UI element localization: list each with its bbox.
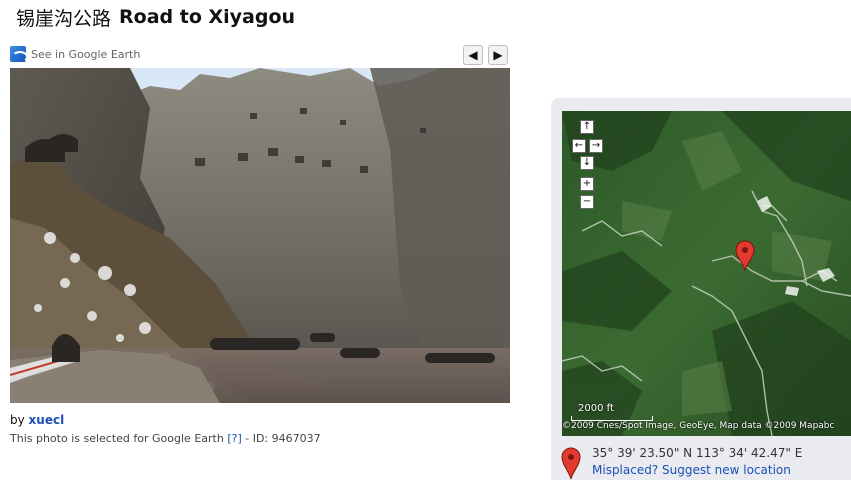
map-pan-right-button[interactable]: → xyxy=(589,139,603,153)
title-chinese: 锡崖沟公路 xyxy=(16,7,112,30)
google-earth-icon xyxy=(10,46,28,63)
map-scale-label: 2000 ft xyxy=(578,403,614,414)
map-pan-down-button[interactable]: ↓ xyxy=(580,156,594,170)
map-scale-bar: 2000 ft xyxy=(571,403,653,422)
location-pin-icon xyxy=(561,447,581,480)
map-canvas xyxy=(562,111,851,436)
arrow-left-icon: ◀ xyxy=(468,48,478,62)
map-pan-up-button[interactable]: ↑ xyxy=(580,120,594,134)
title-english: Road to Xiyagou xyxy=(119,6,296,28)
suggest-new-location-link[interactable]: Misplaced? Suggest new location xyxy=(592,463,791,477)
plus-icon: + xyxy=(582,178,592,189)
main-photo xyxy=(10,68,510,403)
minus-icon: − xyxy=(582,196,592,207)
next-photo-button[interactable]: ▶ xyxy=(488,45,508,65)
satellite-map[interactable] xyxy=(562,111,851,436)
author-link[interactable]: xuecl xyxy=(29,413,65,427)
coordinates-text: 35° 39' 23.50" N 113° 34' 42.47" E xyxy=(592,446,803,460)
page-title: 锡崖沟公路 Road to Xiyagou xyxy=(16,2,295,32)
photo-byline: by xuecl xyxy=(10,413,64,427)
arrow-up-icon: ↑ xyxy=(582,121,592,132)
see-in-google-earth-link[interactable]: See in Google Earth xyxy=(10,46,141,63)
selected-text: This photo is selected for Google Earth xyxy=(10,432,224,445)
map-credit-text: ©2009 Cnes/Spot Image, GeoEye, Map data … xyxy=(562,421,835,431)
previous-photo-button[interactable]: ◀ xyxy=(463,45,483,65)
arrow-down-icon: ↓ xyxy=(582,157,592,168)
arrow-right-icon: ▶ xyxy=(493,48,503,62)
see-in-google-earth-label: See in Google Earth xyxy=(31,47,141,61)
by-prefix: by xyxy=(10,413,25,427)
photo-id: - ID: 9467037 xyxy=(245,432,321,445)
help-link[interactable]: [?] xyxy=(227,432,241,445)
map-zoom-out-button[interactable]: − xyxy=(580,195,594,209)
map-zoom-in-button[interactable]: + xyxy=(580,177,594,191)
arrow-left-icon: ← xyxy=(574,140,584,151)
map-location-pin-icon xyxy=(735,240,755,271)
photo-canvas xyxy=(10,68,510,403)
arrow-right-icon: → xyxy=(591,140,601,151)
google-earth-selection-note: This photo is selected for Google Earth … xyxy=(10,432,321,445)
map-pan-left-button[interactable]: ← xyxy=(572,139,586,153)
